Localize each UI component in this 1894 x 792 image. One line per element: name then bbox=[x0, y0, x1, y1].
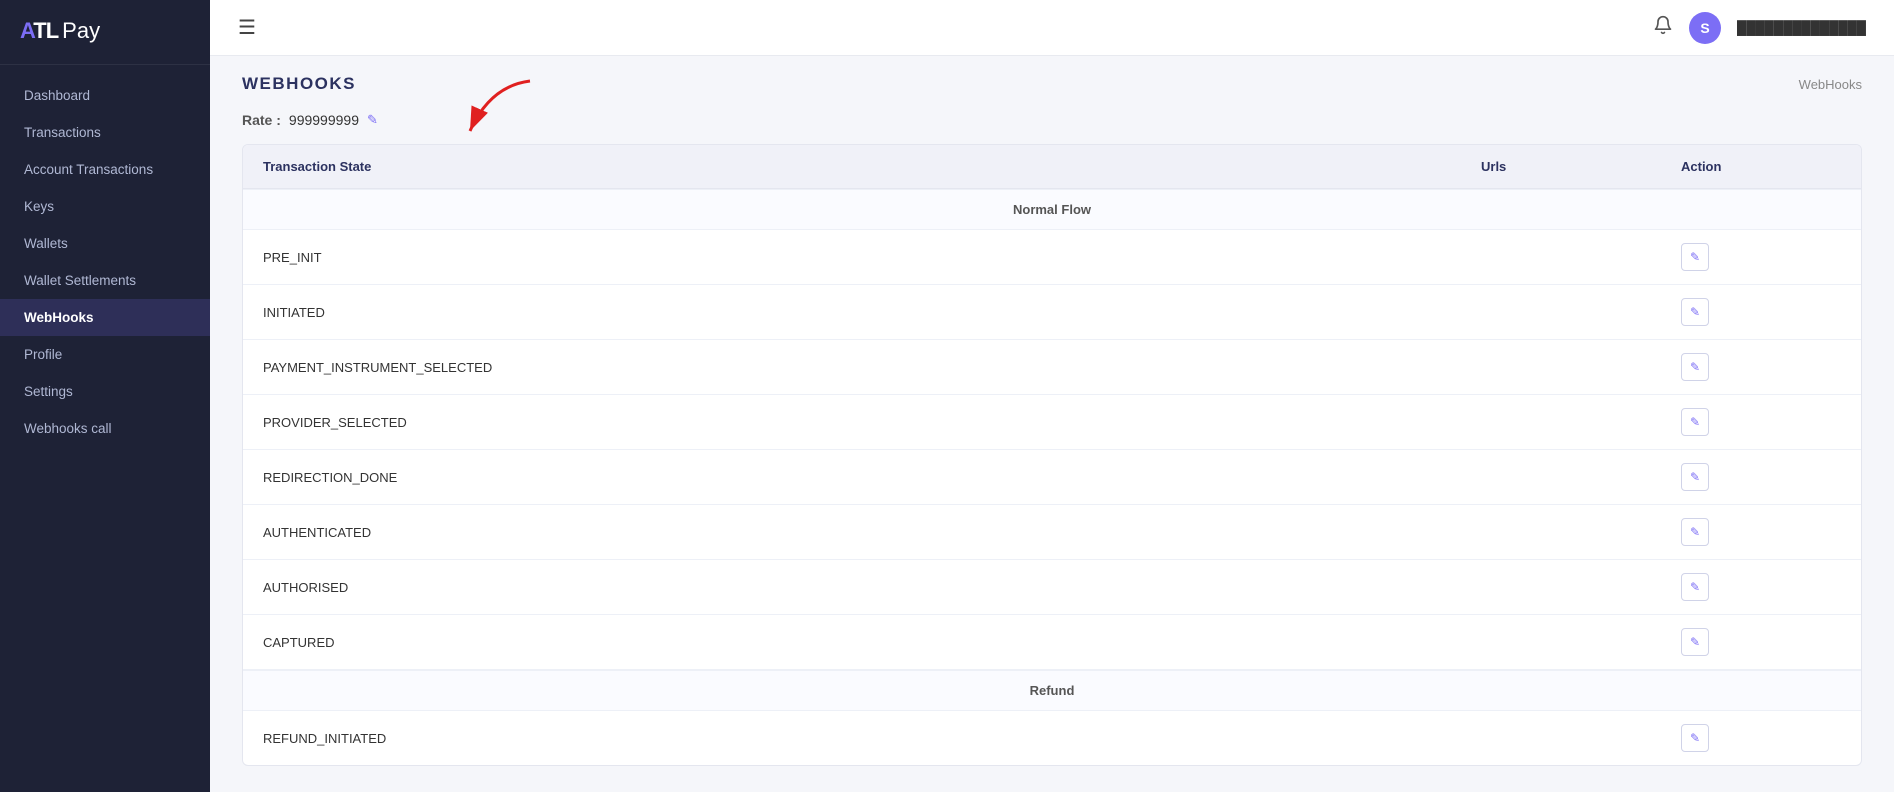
sidebar-nav: Dashboard Transactions Account Transacti… bbox=[0, 65, 210, 792]
table-row: AUTHORISED ✎ bbox=[243, 560, 1861, 615]
state-captured: CAPTURED bbox=[263, 635, 1481, 650]
action-authorised: ✎ bbox=[1681, 573, 1841, 601]
sidebar-item-webhooks-call[interactable]: Webhooks call bbox=[0, 410, 210, 447]
table-row: REDIRECTION_DONE ✎ bbox=[243, 450, 1861, 505]
table-row: PRE_INIT ✎ bbox=[243, 230, 1861, 285]
edit-payment-instrument-button[interactable]: ✎ bbox=[1681, 353, 1709, 381]
sidebar-item-dashboard[interactable]: Dashboard bbox=[0, 77, 210, 114]
edit-pre-init-button[interactable]: ✎ bbox=[1681, 243, 1709, 271]
rate-row: Rate : 999999999 ✎ bbox=[210, 104, 1894, 144]
notification-bell-icon[interactable] bbox=[1653, 15, 1673, 40]
rate-edit-icon[interactable]: ✎ bbox=[367, 112, 378, 128]
state-payment-instrument: PAYMENT_INSTRUMENT_SELECTED bbox=[263, 360, 1481, 375]
sidebar-item-keys[interactable]: Keys bbox=[0, 188, 210, 225]
section-normal-flow: Normal Flow bbox=[243, 189, 1861, 230]
page-header: WEBHOOKS WebHooks bbox=[210, 56, 1894, 104]
table-row: INITIATED ✎ bbox=[243, 285, 1861, 340]
th-transaction-state: Transaction State bbox=[263, 159, 1481, 174]
user-name: ██████████████ bbox=[1737, 20, 1866, 35]
edit-redirection-done-button[interactable]: ✎ bbox=[1681, 463, 1709, 491]
sidebar-item-wallets[interactable]: Wallets bbox=[0, 225, 210, 262]
edit-provider-selected-button[interactable]: ✎ bbox=[1681, 408, 1709, 436]
state-authorised: AUTHORISED bbox=[263, 580, 1481, 595]
edit-authenticated-button[interactable]: ✎ bbox=[1681, 518, 1709, 546]
state-provider-selected: PROVIDER_SELECTED bbox=[263, 415, 1481, 430]
sidebar-item-profile[interactable]: Profile bbox=[0, 336, 210, 373]
action-provider-selected: ✎ bbox=[1681, 408, 1841, 436]
edit-initiated-button[interactable]: ✎ bbox=[1681, 298, 1709, 326]
state-pre-init: PRE_INIT bbox=[263, 250, 1481, 265]
avatar: S bbox=[1689, 12, 1721, 44]
topbar-left: ☰ bbox=[238, 15, 256, 40]
action-payment-instrument: ✎ bbox=[1681, 353, 1841, 381]
state-refund-initiated: REFUND_INITIATED bbox=[263, 731, 1481, 746]
sidebar-item-wallet-settlements[interactable]: Wallet Settlements bbox=[0, 262, 210, 299]
action-pre-init: ✎ bbox=[1681, 243, 1841, 271]
topbar: ☰ S ██████████████ bbox=[210, 0, 1894, 56]
hamburger-icon[interactable]: ☰ bbox=[238, 15, 256, 40]
main-content: ☰ S ██████████████ WEBHOOKS WebHooks Rat… bbox=[210, 0, 1894, 792]
sidebar-item-account-transactions[interactable]: Account Transactions bbox=[0, 151, 210, 188]
edit-captured-button[interactable]: ✎ bbox=[1681, 628, 1709, 656]
rate-label: Rate : bbox=[242, 112, 281, 128]
table-row: REFUND_INITIATED ✎ bbox=[243, 711, 1861, 765]
logo-pay: Pay bbox=[62, 18, 100, 44]
rate-value: 999999999 bbox=[289, 112, 359, 128]
th-action: Action bbox=[1681, 159, 1841, 174]
state-redirection-done: REDIRECTION_DONE bbox=[263, 470, 1481, 485]
action-initiated: ✎ bbox=[1681, 298, 1841, 326]
action-captured: ✎ bbox=[1681, 628, 1841, 656]
table-header: Transaction State Urls Action bbox=[243, 145, 1861, 189]
table-row: CAPTURED ✎ bbox=[243, 615, 1861, 670]
page-area: WEBHOOKS WebHooks Rate : 999999999 ✎ Tr bbox=[210, 56, 1894, 792]
sidebar-item-settings[interactable]: Settings bbox=[0, 373, 210, 410]
sidebar-item-transactions[interactable]: Transactions bbox=[0, 114, 210, 151]
section-refund: Refund bbox=[243, 670, 1861, 711]
action-authenticated: ✎ bbox=[1681, 518, 1841, 546]
th-urls: Urls bbox=[1481, 159, 1681, 174]
action-refund-initiated: ✎ bbox=[1681, 724, 1841, 752]
logo: ATL Pay bbox=[0, 0, 210, 65]
sidebar-item-webhooks[interactable]: WebHooks bbox=[0, 299, 210, 336]
webhooks-table: Transaction State Urls Action Normal Flo… bbox=[242, 144, 1862, 766]
sidebar: ATL Pay Dashboard Transactions Account T… bbox=[0, 0, 210, 792]
edit-authorised-button[interactable]: ✎ bbox=[1681, 573, 1709, 601]
edit-refund-initiated-button[interactable]: ✎ bbox=[1681, 724, 1709, 752]
table-row: AUTHENTICATED ✎ bbox=[243, 505, 1861, 560]
table-row: PROVIDER_SELECTED ✎ bbox=[243, 395, 1861, 450]
topbar-right: S ██████████████ bbox=[1653, 12, 1866, 44]
table-row: PAYMENT_INSTRUMENT_SELECTED ✎ bbox=[243, 340, 1861, 395]
action-redirection-done: ✎ bbox=[1681, 463, 1841, 491]
breadcrumb: WebHooks bbox=[1799, 77, 1862, 92]
state-initiated: INITIATED bbox=[263, 305, 1481, 320]
logo-atl: ATL bbox=[20, 18, 58, 44]
page-title: WEBHOOKS bbox=[242, 74, 356, 94]
state-authenticated: AUTHENTICATED bbox=[263, 525, 1481, 540]
